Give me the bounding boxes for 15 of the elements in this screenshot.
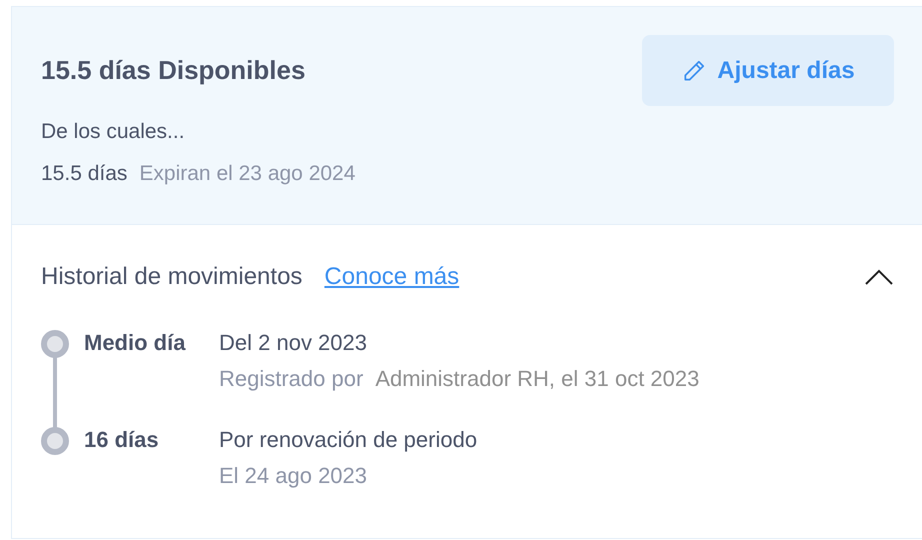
registered-by-value: Administrador RH, el 31 oct 2023 [375,366,700,392]
adjust-days-button[interactable]: Ajustar días [642,35,894,106]
subtitle: De los cuales... [41,120,186,144]
learn-more-link[interactable]: Conoce más [324,263,460,291]
entry-amount: Medio día [84,329,187,357]
entry-date: El 24 ago 2023 [219,463,368,489]
entry-description: Por renovación de periodo [219,426,478,453]
entry-description: Del 2 nov 2023 [219,329,368,356]
history-title: Historial de movimientos [41,263,302,291]
registered-by-label: Registrado por [219,366,364,392]
days-amount: 15.5 días [41,162,128,186]
available-days-title: 15.5 días Disponibles [41,55,306,86]
chevron-up-icon[interactable] [864,269,894,285]
expiry-note: Expiran el 23 ago 2024 [139,162,356,186]
entry-amount: 16 días [84,426,160,454]
